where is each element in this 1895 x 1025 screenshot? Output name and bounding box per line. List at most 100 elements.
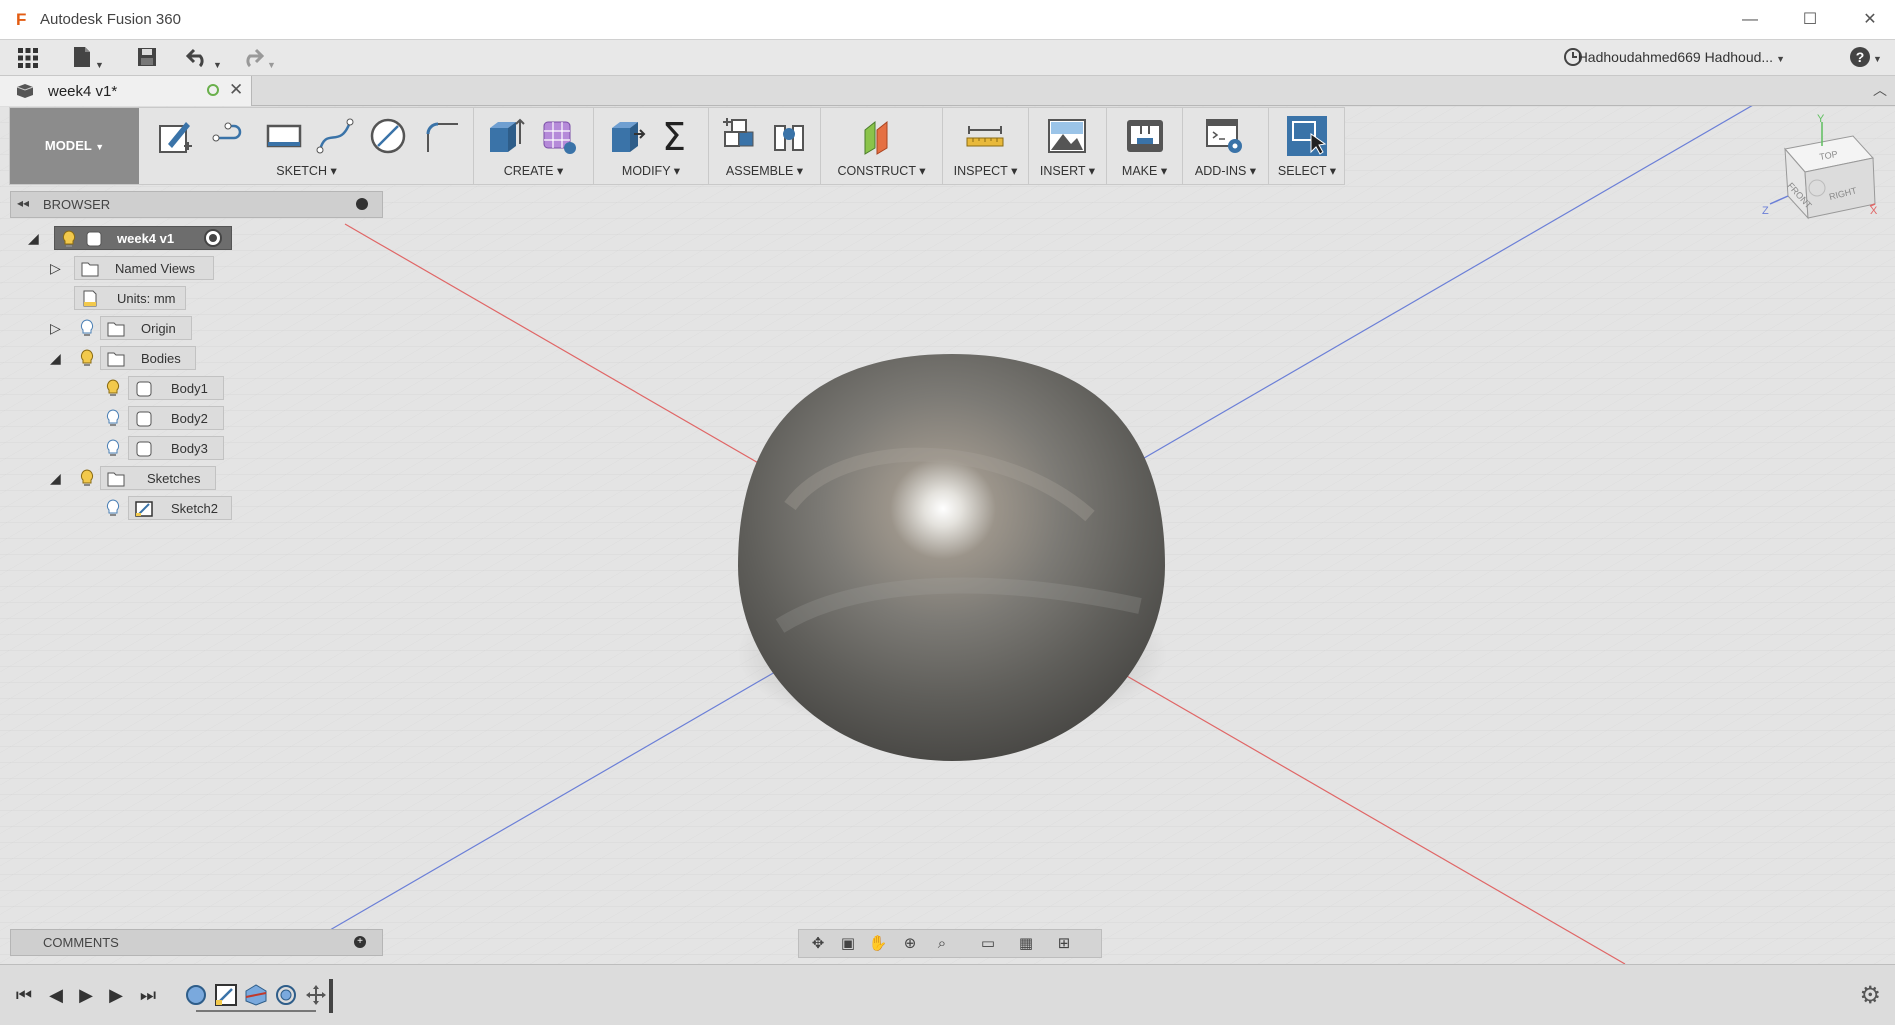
tree-root[interactable]: ◢ week4 v1 bbox=[28, 226, 238, 250]
canvas-viewport[interactable]: TOP FRONT RIGHT Y Z X bbox=[0, 106, 1895, 964]
origin-node[interactable]: Origin bbox=[100, 316, 192, 340]
fit-zoom-icon[interactable]: ⌕ bbox=[929, 934, 955, 954]
collapse-triangle-icon[interactable]: ◢ bbox=[50, 350, 66, 366]
insert-menu[interactable]: INSERT ▾ bbox=[1029, 163, 1106, 178]
lightbulb-off-icon[interactable] bbox=[104, 499, 122, 517]
go-to-start-icon[interactable]: ⏮ bbox=[12, 983, 36, 1007]
timeline-sketch-feature-icon[interactable] bbox=[214, 983, 238, 1007]
user-account-menu[interactable]: Hadhoudahmed669 Hadhoud... ▼ bbox=[1578, 49, 1785, 65]
collapse-browser-icon[interactable]: ◂◂ bbox=[17, 196, 29, 210]
redo-button[interactable]: ▼ bbox=[240, 46, 276, 70]
new-component-icon[interactable] bbox=[719, 116, 759, 156]
zoom-icon[interactable]: ⊕ bbox=[897, 934, 923, 954]
select-icon[interactable] bbox=[1287, 116, 1327, 156]
viewports-icon[interactable]: ⊞ bbox=[1051, 934, 1077, 954]
insert-image-icon[interactable] bbox=[1047, 116, 1087, 156]
timeline-shell-feature-icon[interactable] bbox=[274, 983, 298, 1007]
offset-plane-icon[interactable] bbox=[861, 116, 901, 156]
lightbulb-icon[interactable] bbox=[60, 230, 78, 248]
look-at-icon[interactable]: ▣ bbox=[835, 934, 861, 954]
close-tab-icon[interactable]: ✕ bbox=[229, 80, 243, 100]
tree-item-named-views[interactable]: ▷ Named Views bbox=[50, 256, 260, 280]
tree-item-body1[interactable]: Body1 bbox=[100, 376, 260, 400]
expand-triangle-icon[interactable]: ▷ bbox=[50, 260, 66, 276]
timeline-split-feature-icon[interactable] bbox=[244, 983, 268, 1007]
grid-settings-icon[interactable]: ▦ bbox=[1013, 934, 1039, 954]
add-ins-menu[interactable]: ADD-INS ▾ bbox=[1183, 163, 1268, 178]
dome-body[interactable] bbox=[738, 354, 1165, 761]
lightbulb-off-icon[interactable] bbox=[104, 409, 122, 427]
tree-item-sketches[interactable]: ◢ Sketches bbox=[50, 466, 260, 490]
lightbulb-icon[interactable] bbox=[78, 349, 96, 367]
close-window-button[interactable]: ✕ bbox=[1850, 6, 1890, 34]
workspace-switcher[interactable]: MODEL ▼ bbox=[10, 108, 139, 184]
named-views-node[interactable]: Named Views bbox=[74, 256, 214, 280]
create-menu[interactable]: CREATE ▾ bbox=[474, 163, 593, 178]
sketch2-node[interactable]: Sketch2 bbox=[128, 496, 232, 520]
scripts-add-ins-icon[interactable] bbox=[1205, 116, 1245, 156]
select-menu[interactable]: SELECT ▾ bbox=[1269, 163, 1345, 178]
assemble-menu[interactable]: ASSEMBLE ▾ bbox=[709, 163, 820, 178]
modify-menu[interactable]: MODIFY ▾ bbox=[594, 163, 708, 178]
tree-item-sketch2[interactable]: Sketch2 bbox=[100, 496, 260, 520]
data-panel-grid-icon[interactable] bbox=[16, 46, 40, 70]
activate-radio-icon[interactable] bbox=[204, 229, 222, 247]
press-pull-icon[interactable] bbox=[606, 116, 646, 156]
tree-item-bodies[interactable]: ◢ Bodies bbox=[50, 346, 260, 370]
fillet-icon[interactable] bbox=[422, 116, 462, 156]
create-sketch-icon[interactable] bbox=[156, 116, 196, 156]
lightbulb-icon[interactable] bbox=[78, 469, 96, 487]
help-button[interactable]: ? ▼ bbox=[1850, 46, 1882, 70]
lightbulb-off-icon[interactable] bbox=[78, 319, 96, 337]
save-button[interactable] bbox=[136, 46, 158, 70]
tree-item-body3[interactable]: Body3 bbox=[100, 436, 260, 460]
add-comment-icon[interactable]: + bbox=[354, 936, 366, 948]
lightbulb-off-icon[interactable] bbox=[104, 439, 122, 457]
collapse-triangle-icon[interactable]: ◢ bbox=[50, 470, 66, 486]
tree-item-units[interactable]: Units: mm bbox=[74, 286, 274, 310]
sketches-node[interactable]: Sketches bbox=[100, 466, 216, 490]
line-icon[interactable] bbox=[210, 116, 250, 156]
timeline-move-feature-icon[interactable] bbox=[304, 983, 328, 1007]
body3-node[interactable]: Body3 bbox=[128, 436, 224, 460]
chevron-up-icon[interactable]: ︿ bbox=[1873, 80, 1887, 100]
timeline-settings-gear-icon[interactable]: ⚙ bbox=[1859, 981, 1881, 1010]
play-icon[interactable]: ▶ bbox=[74, 983, 98, 1007]
joint-icon[interactable] bbox=[769, 116, 809, 156]
minimize-button[interactable]: — bbox=[1730, 6, 1770, 34]
bodies-node[interactable]: Bodies bbox=[100, 346, 196, 370]
spline-icon[interactable] bbox=[316, 116, 356, 156]
form-icon[interactable] bbox=[538, 116, 578, 156]
undo-button[interactable]: ▼ bbox=[185, 46, 222, 70]
comments-panel[interactable]: COMMENTS + bbox=[10, 929, 383, 956]
orbit-icon[interactable]: ✥ bbox=[805, 934, 831, 954]
expand-triangle-icon[interactable]: ▷ bbox=[50, 320, 66, 336]
3d-print-icon[interactable] bbox=[1125, 116, 1165, 156]
browser-toggle-icon[interactable] bbox=[356, 198, 368, 210]
step-forward-icon[interactable]: ▶ bbox=[104, 983, 128, 1007]
maximize-button[interactable]: ☐ bbox=[1790, 6, 1830, 34]
lightbulb-icon[interactable] bbox=[104, 379, 122, 397]
rectangle-icon[interactable] bbox=[264, 116, 304, 156]
document-tab[interactable]: week4 v1* ✕ bbox=[0, 76, 252, 106]
timeline-marker[interactable] bbox=[329, 979, 333, 1013]
construct-menu[interactable]: CONSTRUCT ▾ bbox=[821, 163, 942, 178]
make-menu[interactable]: MAKE ▾ bbox=[1107, 163, 1182, 178]
tree-item-origin[interactable]: ▷ Origin bbox=[50, 316, 260, 340]
units-node[interactable]: Units: mm bbox=[74, 286, 186, 310]
display-settings-icon[interactable]: ▭ bbox=[975, 934, 1001, 954]
circle-icon[interactable] bbox=[368, 116, 408, 156]
body2-node[interactable]: Body2 bbox=[128, 406, 224, 430]
extrude-icon[interactable] bbox=[486, 116, 526, 156]
step-back-icon[interactable]: ◀ bbox=[44, 983, 68, 1007]
timeline-sphere-feature-icon[interactable] bbox=[184, 983, 208, 1007]
go-to-end-icon[interactable]: ⏭ bbox=[136, 983, 160, 1007]
tree-item-body2[interactable]: Body2 bbox=[100, 406, 260, 430]
body1-node[interactable]: Body1 bbox=[128, 376, 224, 400]
collapse-triangle-icon[interactable]: ◢ bbox=[28, 230, 44, 246]
sum-parameters-icon[interactable]: Σ bbox=[656, 116, 696, 156]
file-menu-button[interactable]: ▼ bbox=[72, 46, 104, 70]
pan-hand-icon[interactable]: ✋ bbox=[865, 934, 891, 954]
measure-icon[interactable] bbox=[965, 116, 1005, 156]
inspect-menu[interactable]: INSPECT ▾ bbox=[943, 163, 1028, 178]
